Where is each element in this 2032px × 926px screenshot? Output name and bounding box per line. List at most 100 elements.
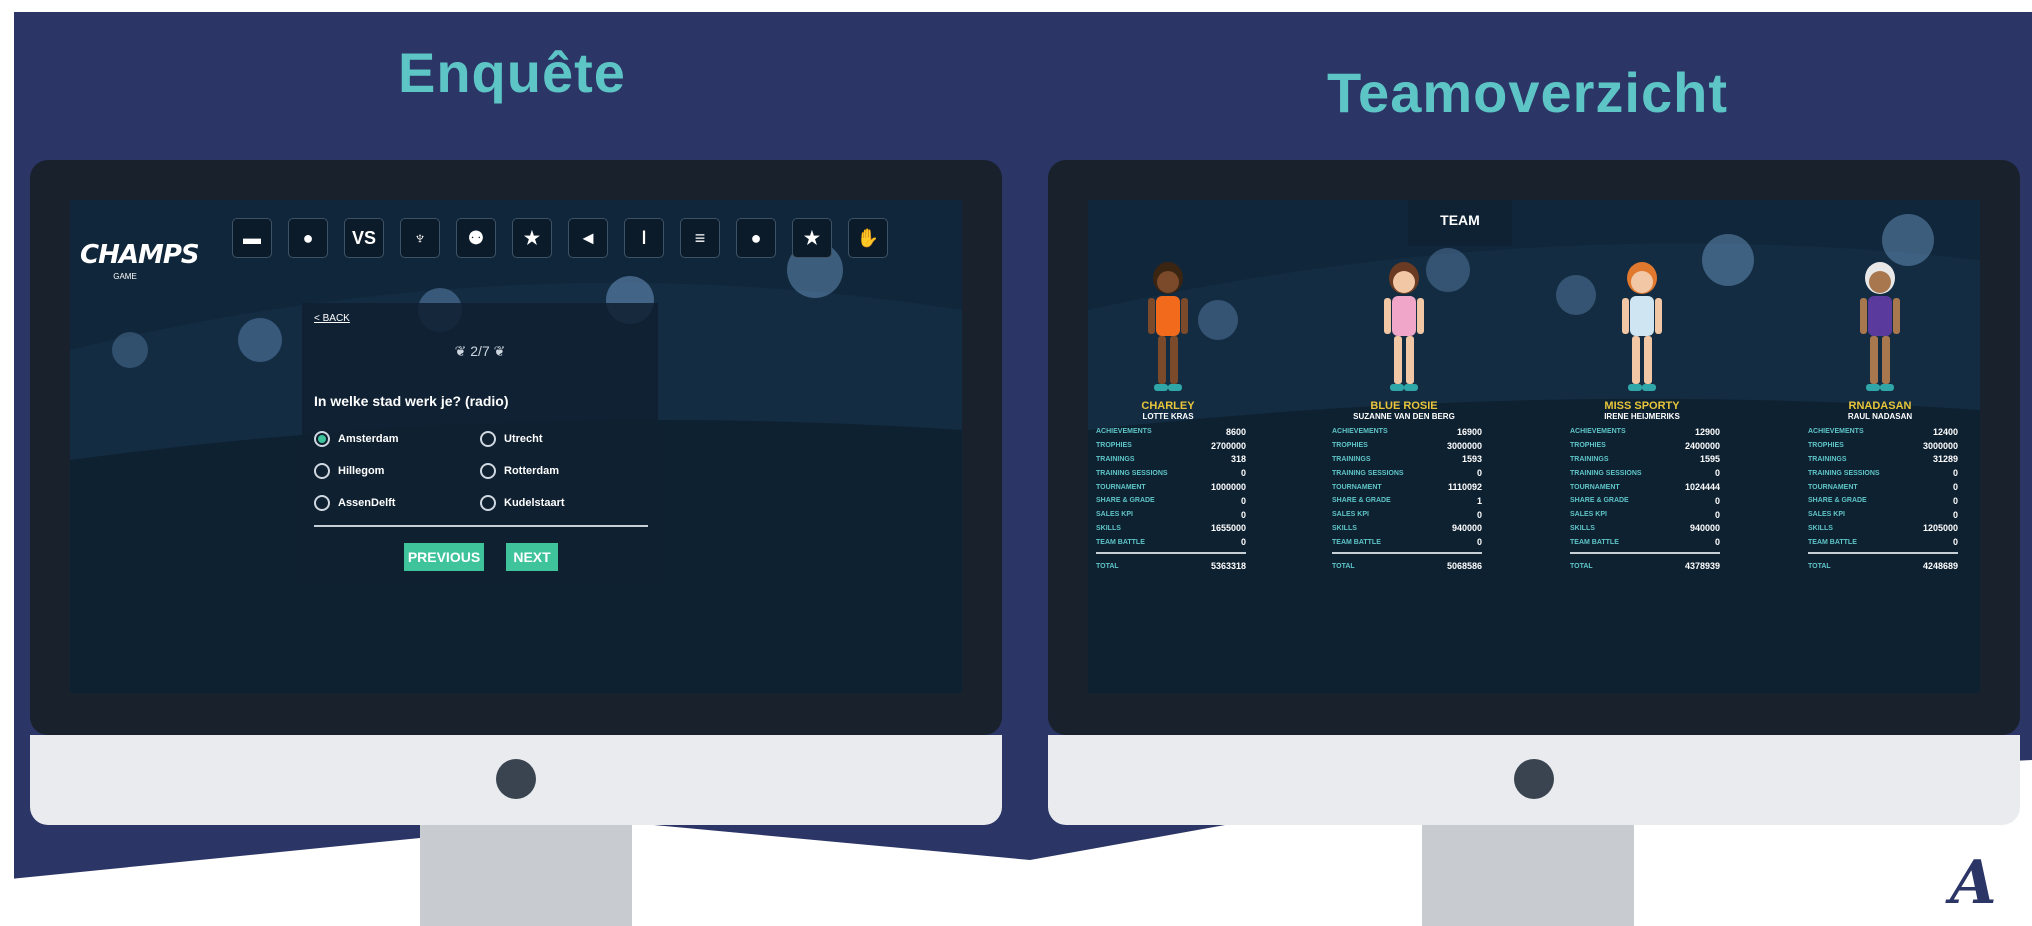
stat-row: ACHIEVEMENTS 12900 bbox=[1570, 425, 1720, 439]
stat-label: TROPHIES bbox=[1332, 442, 1368, 450]
stat-value: 1205000 bbox=[1922, 523, 1958, 534]
crowd-icon[interactable]: ≡ bbox=[680, 218, 720, 258]
stat-value: 0 bbox=[1952, 537, 1958, 548]
player-nickname: RNADASAN bbox=[1848, 400, 1912, 412]
tab-team[interactable]: TEAM bbox=[1408, 200, 1512, 246]
next-button[interactable]: NEXT bbox=[506, 543, 558, 571]
logo-name: CHAMPS bbox=[80, 240, 200, 270]
stat-row: SALES KPI 0 bbox=[1570, 508, 1720, 522]
stat-label: TRAINING SESSIONS bbox=[1570, 469, 1642, 477]
stat-row: TRAININGS 1595 bbox=[1570, 453, 1720, 467]
stat-label: TOURNAMENT bbox=[1096, 483, 1146, 491]
total-label: TOTAL bbox=[1570, 562, 1593, 570]
player-figure[interactable] bbox=[1800, 260, 1960, 400]
stat-value: 0 bbox=[1714, 509, 1720, 520]
globe-icon[interactable]: ● bbox=[288, 218, 328, 258]
total-label: TOTAL bbox=[1808, 562, 1831, 570]
laurel-left-icon: ❦ bbox=[454, 343, 471, 359]
stat-label: SKILLS bbox=[1332, 524, 1357, 532]
stat-label: ACHIEVEMENTS bbox=[1332, 428, 1388, 436]
stat-label: TRAININGS bbox=[1096, 455, 1135, 463]
stat-value: 12400 bbox=[1932, 426, 1958, 437]
radio[interactable] bbox=[480, 463, 496, 479]
vs-icon[interactable]: VS bbox=[344, 218, 384, 258]
option-label: Amsterdam bbox=[338, 433, 399, 445]
stat-label: TROPHIES bbox=[1808, 442, 1844, 450]
stat-label: ACHIEVEMENTS bbox=[1096, 428, 1152, 436]
stadium-icon[interactable]: ▬ bbox=[232, 218, 272, 258]
stat-row: TEAM BATTLE 0 bbox=[1332, 535, 1482, 549]
player-figure[interactable] bbox=[1088, 260, 1248, 400]
previous-button[interactable]: PREVIOUS bbox=[404, 543, 484, 571]
stat-value: 0 bbox=[1952, 495, 1958, 506]
stat-value: 318 bbox=[1230, 454, 1246, 465]
bulb-icon[interactable]: ● bbox=[736, 218, 776, 258]
option-label: Utrecht bbox=[504, 433, 543, 445]
heading-teamoverzicht: Teamoverzicht bbox=[1327, 61, 1728, 124]
player-realname: IRENE HEIJMERIKS bbox=[1604, 412, 1680, 421]
option-hillegom[interactable]: Hillegom bbox=[314, 463, 384, 479]
champs-logo[interactable]: CHAMPS GAME bbox=[80, 218, 200, 298]
icon-navbar: ▬ ● VS ♆ ⚉ ★ ◄ ǀ ≡ ● ★ ✋ bbox=[232, 218, 888, 258]
back-link[interactable]: < BACK bbox=[314, 313, 350, 324]
stat-row: TRAINING SESSIONS 0 bbox=[1332, 466, 1482, 480]
monitor-button-left bbox=[496, 759, 536, 799]
star-icon-2[interactable]: ★ bbox=[792, 218, 832, 258]
stat-label: TEAM BATTLE bbox=[1808, 538, 1857, 546]
radio[interactable] bbox=[314, 463, 330, 479]
option-label: Hillegom bbox=[338, 465, 385, 477]
option-rotterdam[interactable]: Rotterdam bbox=[480, 463, 559, 479]
star-icon[interactable]: ★ bbox=[512, 218, 552, 258]
stat-value: 0 bbox=[1240, 509, 1246, 520]
stat-row: TRAINING SESSIONS 0 bbox=[1570, 466, 1720, 480]
question-text: In welke stad werk je? (radio) bbox=[314, 393, 509, 409]
stat-row: TOURNAMENT 0 bbox=[1808, 480, 1958, 494]
option-label: Kudelstaart bbox=[504, 497, 565, 509]
stat-label: TOURNAMENT bbox=[1808, 483, 1858, 491]
option-kudelstaart[interactable]: Kudelstaart bbox=[480, 495, 565, 511]
stat-row: TROPHIES 3000000 bbox=[1332, 439, 1482, 453]
stats-divider bbox=[1096, 552, 1246, 555]
option-utrecht[interactable]: Utrecht bbox=[480, 431, 543, 447]
player-stats: ACHIEVEMENTS 12400 TROPHIES 3000000 TRAINING… bbox=[1808, 425, 1958, 573]
option-assendelft[interactable]: AssenDelft bbox=[314, 495, 395, 511]
player-figure[interactable] bbox=[1562, 260, 1722, 400]
stat-label: TROPHIES bbox=[1096, 442, 1132, 450]
player-stats: ACHIEVEMENTS 8600 TROPHIES 2700000 TRAININGS… bbox=[1096, 425, 1246, 573]
stat-row: TOURNAMENT 1000000 bbox=[1096, 480, 1246, 494]
player-stats: ACHIEVEMENTS 12900 TROPHIES 2400000 TRAINING… bbox=[1570, 425, 1720, 573]
stat-row: TOURNAMENT 1024444 bbox=[1570, 480, 1720, 494]
stat-label: TEAM BATTLE bbox=[1332, 538, 1381, 546]
team-icon[interactable]: ⚉ bbox=[456, 218, 496, 258]
hand-icon[interactable]: ✋ bbox=[848, 218, 888, 258]
heading-enquete: Enquête bbox=[398, 41, 626, 104]
megaphone-icon[interactable]: ◄ bbox=[568, 218, 608, 258]
total-value: 5363318 bbox=[1210, 561, 1246, 572]
radio[interactable] bbox=[480, 495, 496, 511]
trophy-icon[interactable]: ♆ bbox=[400, 218, 440, 258]
player-figure[interactable] bbox=[1324, 260, 1484, 400]
stat-label: SALES KPI bbox=[1332, 511, 1369, 519]
stat-value: 16900 bbox=[1456, 426, 1482, 437]
stat-row: TEAM BATTLE 0 bbox=[1570, 535, 1720, 549]
radio[interactable] bbox=[314, 495, 330, 511]
stat-value: 0 bbox=[1240, 537, 1246, 548]
stat-value: 3000000 bbox=[1446, 440, 1482, 451]
slide: Enquête Teamoverzicht CHAMPS GAME ▬ ● VS… bbox=[0, 0, 2032, 926]
option-amsterdam[interactable]: Amsterdam bbox=[314, 431, 399, 447]
player-nickname: BLUE ROSIE bbox=[1370, 400, 1438, 412]
total-row: TOTAL 4378939 bbox=[1570, 559, 1720, 573]
stat-label: TOURNAMENT bbox=[1570, 483, 1620, 491]
stat-row: SKILLS 940000 bbox=[1570, 522, 1720, 536]
stat-label: TRAININGS bbox=[1808, 455, 1847, 463]
stat-label: TEAM BATTLE bbox=[1096, 538, 1145, 546]
stat-label: SALES KPI bbox=[1570, 511, 1607, 519]
radio[interactable] bbox=[480, 431, 496, 447]
stat-label: SHARE & GRADE bbox=[1332, 497, 1391, 505]
stat-row: TROPHIES 2700000 bbox=[1096, 439, 1246, 453]
stat-value: 0 bbox=[1714, 537, 1720, 548]
stat-value: 3000000 bbox=[1922, 440, 1958, 451]
radio-selected[interactable] bbox=[314, 431, 330, 447]
torch-icon[interactable]: ǀ bbox=[624, 218, 664, 258]
monitor-stand-left bbox=[420, 820, 632, 926]
